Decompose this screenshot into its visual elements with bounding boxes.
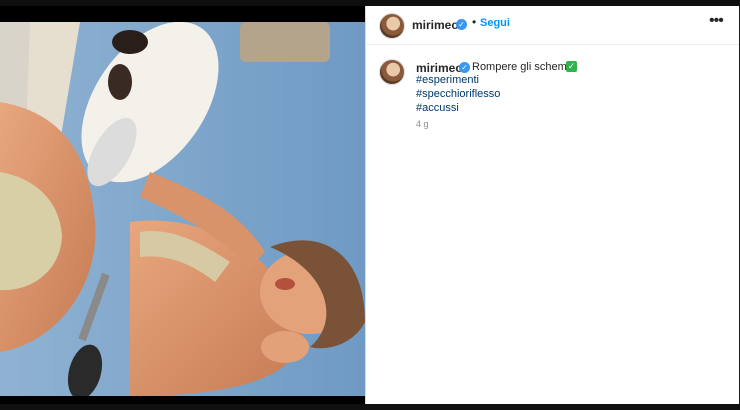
hashtag-link[interactable]: #esperimenti [416,74,479,86]
follow-button[interactable]: Segui [480,17,510,29]
separator-dot: • [472,15,477,29]
header-username[interactable]: mirimeo [412,18,459,32]
photo-illustration [0,22,365,396]
avatar[interactable] [379,13,405,39]
check-mark-icon: ✓ [566,61,577,72]
bottom-border-strip [0,404,740,410]
post-timestamp[interactable]: 4 g [416,119,429,129]
caption-avatar[interactable] [379,59,405,85]
more-options-icon[interactable]: ••• [709,12,724,30]
post-details-panel: mirimeo ✓ • Segui ••• mirimeo ✓ Rompere … [365,6,739,404]
hashtag-link[interactable]: #specchioriflesso [416,88,500,100]
verified-badge-icon: ✓ [456,19,467,30]
post-header: mirimeo ✓ • Segui ••• [366,6,739,45]
caption-username[interactable]: mirimeo [416,61,463,75]
post-photo[interactable] [0,22,365,396]
post-media[interactable] [0,6,365,404]
verified-badge-icon: ✓ [459,62,470,73]
caption-text: Rompere gli schemi [472,61,570,73]
hashtag-link[interactable]: #accussi [416,102,459,114]
